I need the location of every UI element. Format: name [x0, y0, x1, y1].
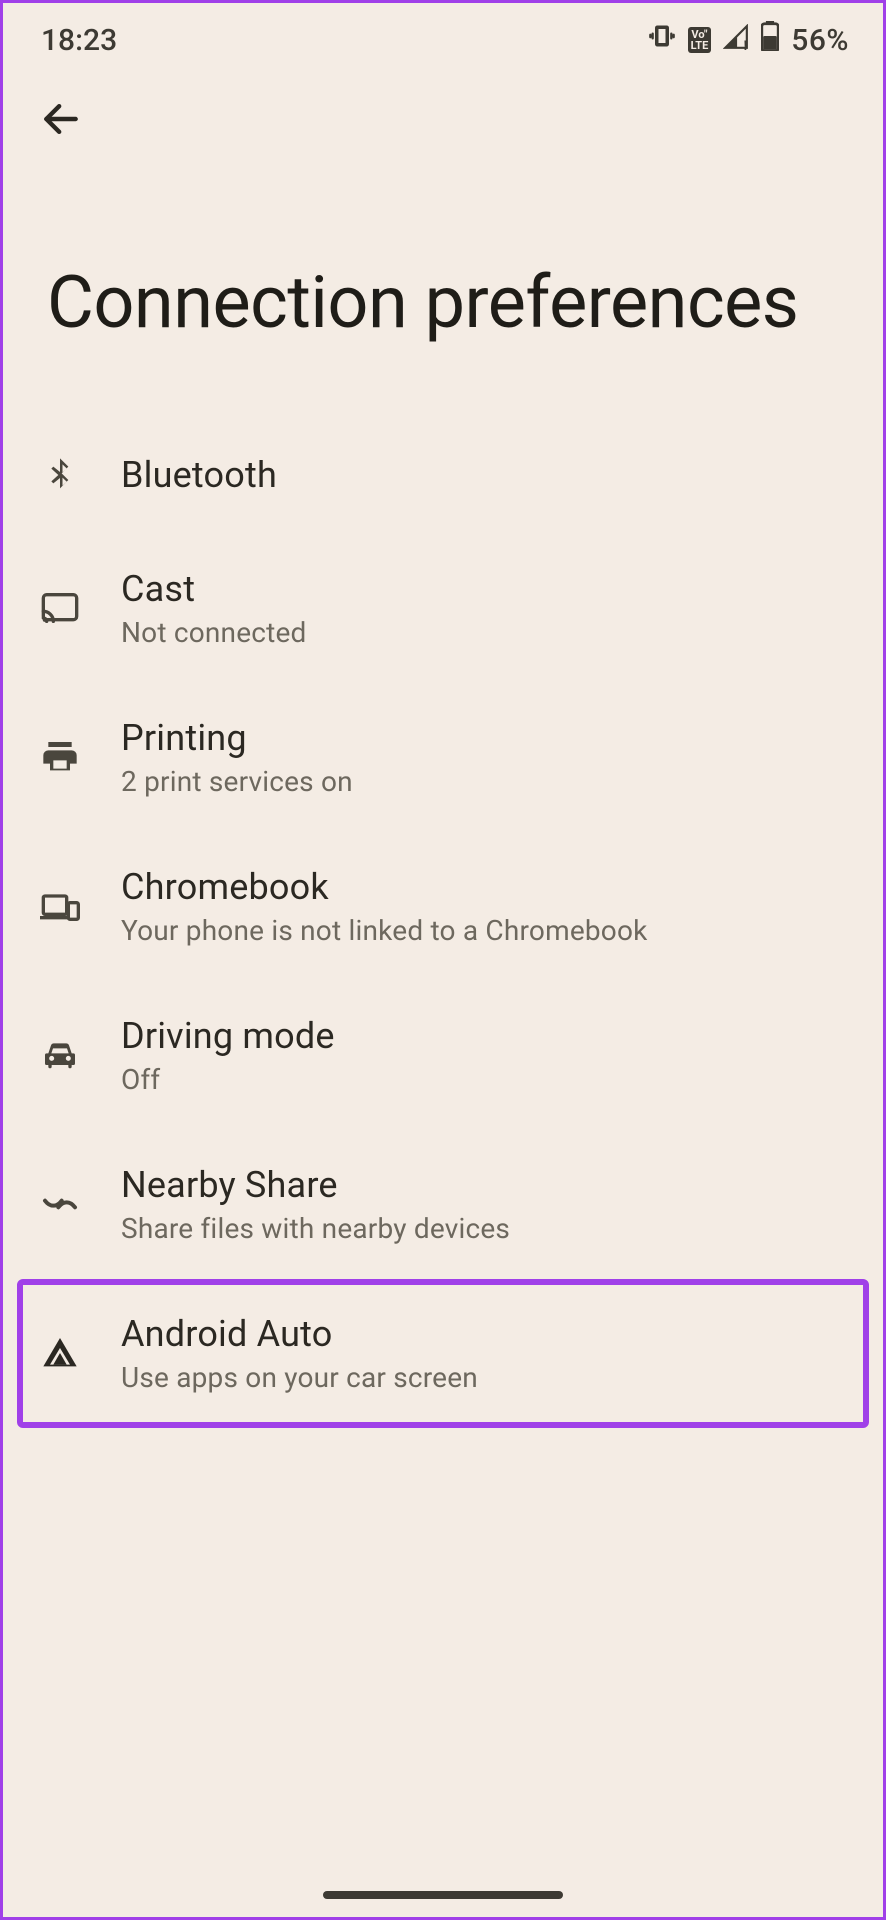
list-item-subtitle: 2 print services on	[121, 765, 851, 798]
list-item-subtitle: Share files with nearby devices	[121, 1212, 851, 1245]
svg-text:!: !	[744, 39, 748, 50]
devices-icon	[35, 881, 85, 931]
battery-icon	[761, 21, 779, 59]
list-item-title: Android Auto	[121, 1313, 851, 1355]
nearby-share-icon	[35, 1179, 85, 1229]
preferences-list: Bluetooth Cast Not connected Printing 2 …	[3, 416, 883, 1428]
cast-icon	[35, 583, 85, 633]
list-item-bluetooth[interactable]: Bluetooth	[19, 416, 867, 534]
list-item-subtitle: Your phone is not linked to a Chromebook	[121, 914, 851, 947]
list-item-title: Driving mode	[121, 1015, 851, 1057]
list-item-printing[interactable]: Printing 2 print services on	[19, 683, 867, 832]
list-item-subtitle: Not connected	[121, 616, 851, 649]
bluetooth-icon	[35, 450, 85, 500]
vibrate-icon	[648, 22, 676, 58]
list-item-chromebook[interactable]: Chromebook Your phone is not linked to a…	[19, 832, 867, 981]
signal-icon: !	[723, 23, 749, 58]
list-item-driving-mode[interactable]: Driving mode Off	[19, 981, 867, 1130]
back-arrow-icon	[39, 97, 83, 145]
list-item-title: Chromebook	[121, 866, 851, 908]
list-item-cast[interactable]: Cast Not connected	[19, 534, 867, 683]
list-item-title: Nearby Share	[121, 1164, 851, 1206]
battery-percent: 56%	[791, 23, 849, 58]
list-item-title: Bluetooth	[121, 454, 851, 496]
list-item-android-auto[interactable]: Android Auto Use apps on your car screen	[17, 1279, 869, 1428]
list-item-title: Printing	[121, 717, 851, 759]
list-item-nearby-share[interactable]: Nearby Share Share files with nearby dev…	[19, 1130, 867, 1279]
page-title: Connection preferences	[3, 151, 883, 416]
status-icons: Vo"LTE ! 56%	[648, 21, 849, 59]
back-button[interactable]	[31, 91, 91, 151]
list-item-title: Cast	[121, 568, 851, 610]
list-item-subtitle: Off	[121, 1063, 851, 1096]
status-time: 18:23	[41, 23, 117, 58]
car-icon	[35, 1030, 85, 1080]
list-item-subtitle: Use apps on your car screen	[121, 1361, 851, 1394]
status-bar: 18:23 Vo"LTE ! 56%	[3, 3, 883, 69]
navigation-home-pill[interactable]	[323, 1891, 563, 1899]
printer-icon	[35, 732, 85, 782]
volte-icon: Vo"LTE	[688, 27, 712, 53]
android-auto-icon	[35, 1328, 85, 1378]
